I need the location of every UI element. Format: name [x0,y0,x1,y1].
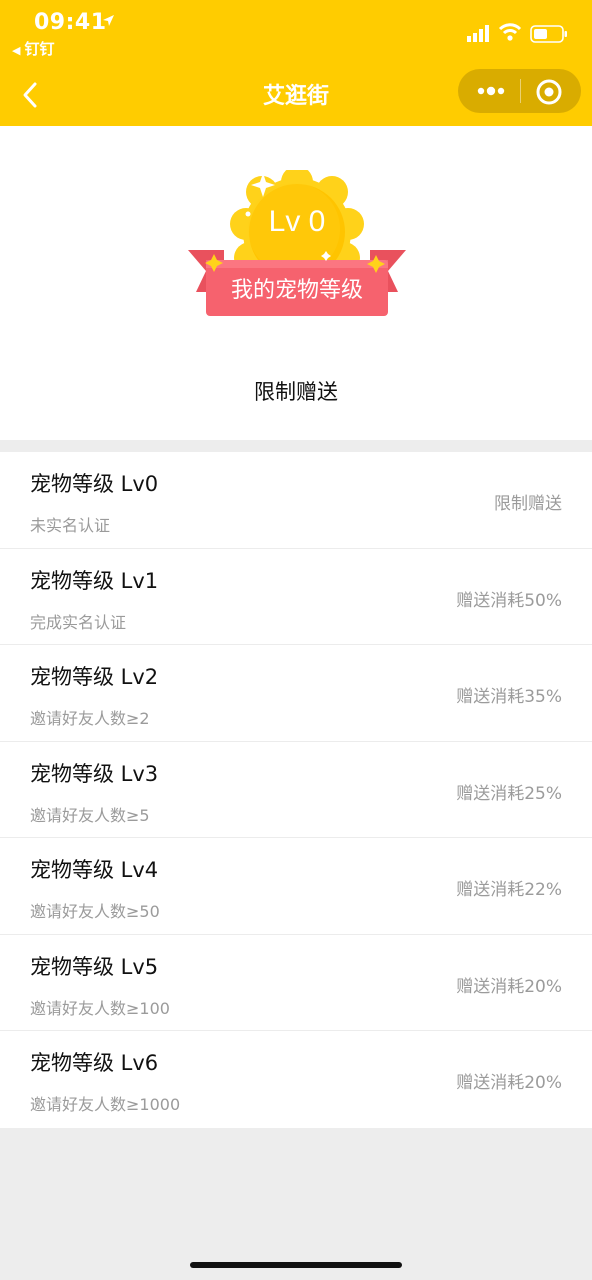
wifi-icon [498,23,522,41]
level-medal-badge: Lv 0 我的宠物等级 [188,170,406,316]
level-benefit: 赠送消耗20% [456,976,562,997]
level-requirement: 邀请好友人数≥5 [30,805,150,825]
level-requirement: 邀请好友人数≥1000 [30,1095,181,1114]
level-list: 宠物等级 Lv0 未实名认证 限制赠送 宠物等级 Lv1 完成实名认证 赠送消耗… [0,452,592,1128]
battery-icon [530,25,567,43]
level-requirement: 邀请好友人数≥2 [30,709,150,728]
level-title: 宠物等级 Lv2 [30,665,159,689]
list-item-lv1: 宠物等级 Lv1 完成实名认证 赠送消耗50% [0,549,592,645]
back-triangle-icon: ◀ [12,44,21,57]
list-item-lv2: 宠物等级 Lv2 邀请好友人数≥2 赠送消耗35% [0,645,592,742]
more-dots-icon[interactable] [476,84,506,98]
ribbon-text: 我的宠物等级 [231,278,363,303]
list-item-lv5: 宠物等级 Lv5 邀请好友人数≥100 赠送消耗20% [0,935,592,1031]
level-title: 宠物等级 Lv3 [30,761,159,786]
list-item-lv3: 宠物等级 Lv3 邀请好友人数≥5 赠送消耗25% [0,742,592,838]
level-benefit: 赠送消耗35% [456,687,562,707]
level-title: 宠物等级 Lv1 [30,568,159,593]
current-status-text: 限制赠送 [254,380,338,404]
level-benefit: 赠送消耗20% [456,1073,562,1093]
level-benefit: 赠送消耗25% [456,783,562,804]
pet-level-hero: Lv 0 我的宠物等级 限制赠送 [0,126,592,440]
list-item-lv0: 宠物等级 Lv0 未实名认证 限制赠送 [0,452,592,549]
level-title: 宠物等级 Lv6 [30,1051,159,1075]
signal-icon [467,25,489,42]
level-requirement: 邀请好友人数≥100 [30,998,170,1018]
level-requirement: 完成实名认证 [30,612,127,632]
level-requirement: 邀请好友人数≥50 [30,902,160,921]
top-bar: 09:41 ◀ 钉钉 艾逛街 [0,0,592,126]
location-arrow-icon [103,15,114,26]
level-benefit: 赠送消耗22% [456,880,562,900]
level-requirement: 未实名认证 [30,516,111,535]
level-title: 宠物等级 Lv4 [30,858,159,882]
list-item-lv6: 宠物等级 Lv6 邀请好友人数≥1000 赠送消耗20% [0,1031,592,1128]
level-title: 宠物等级 Lv0 [30,472,159,496]
level-benefit: 限制赠送 [494,494,562,514]
capsule-divider [520,79,521,103]
badge-level-text: Lv 0 [269,205,326,238]
status-time: 09:41 [34,10,107,35]
status-back-app-label: 钉钉 [24,40,55,58]
close-target-icon[interactable] [535,78,563,106]
home-indicator[interactable] [190,1262,402,1268]
level-title: 宠物等级 Lv5 [30,954,159,979]
list-item-lv4: 宠物等级 Lv4 邀请好友人数≥50 赠送消耗22% [0,838,592,935]
status-back-app[interactable]: ◀ 钉钉 [12,38,54,59]
level-benefit: 赠送消耗50% [456,590,562,611]
